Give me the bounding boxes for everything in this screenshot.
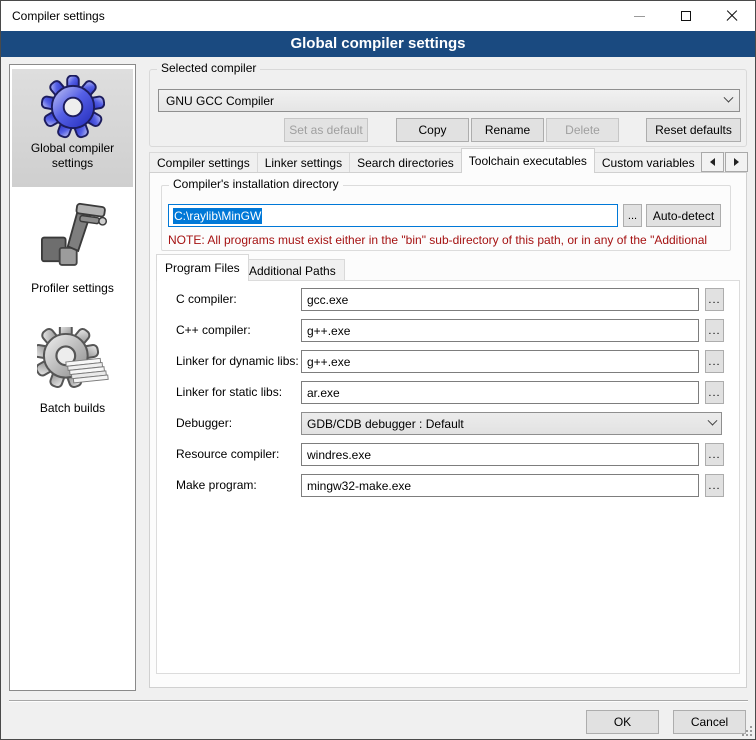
- footer-separator: [9, 700, 748, 702]
- field-label: C++ compiler:: [176, 323, 251, 337]
- form-row: C++ compiler: g++.exe ...: [157, 319, 739, 342]
- ok-button[interactable]: OK: [586, 710, 659, 734]
- title-bar[interactable]: Compiler settings: [1, 1, 755, 31]
- tab-scroll-left-button[interactable]: [701, 152, 724, 172]
- form-row: Linker for static libs: ar.exe ...: [157, 381, 739, 404]
- gray-gear-papers-icon: [37, 327, 109, 399]
- sidebar-item-label: Batch builds: [12, 401, 133, 420]
- settings-category-list: Global compiler settings Profiler settin…: [9, 64, 136, 691]
- dynamic-linker-input[interactable]: g++.exe: [301, 350, 699, 373]
- note-text: NOTE: All programs must exist either in …: [168, 233, 730, 247]
- browse-button[interactable]: ...: [705, 443, 724, 466]
- caliper-icon: [36, 199, 110, 279]
- tab-custom-variables[interactable]: Custom variables: [594, 152, 703, 173]
- field-label: Debugger:: [176, 416, 232, 430]
- tab-toolchain-executables[interactable]: Toolchain executables: [461, 148, 595, 173]
- delete-button[interactable]: Delete: [546, 118, 619, 142]
- chevron-down-icon: [708, 416, 718, 426]
- close-button[interactable]: [709, 2, 754, 30]
- tab-compiler-settings[interactable]: Compiler settings: [149, 152, 258, 173]
- form-row: Linker for dynamic libs: g++.exe ...: [157, 350, 739, 373]
- maximize-button[interactable]: [663, 2, 708, 30]
- form-row: Resource compiler: windres.exe ...: [157, 443, 739, 466]
- field-label: Resource compiler:: [176, 447, 279, 461]
- copy-button[interactable]: Copy: [396, 118, 469, 142]
- arrow-left-icon: [710, 158, 715, 166]
- rename-button[interactable]: Rename: [471, 118, 544, 142]
- chevron-down-icon: [724, 93, 734, 103]
- tab-linker-settings[interactable]: Linker settings: [257, 152, 350, 173]
- minimize-button[interactable]: [617, 2, 662, 30]
- window-title: Compiler settings: [12, 9, 105, 23]
- close-icon: [726, 10, 738, 22]
- directory-browse-button[interactable]: ...: [623, 204, 642, 227]
- installation-directory-input[interactable]: C:\raylib\MinGW: [168, 204, 618, 227]
- subtab-additional-paths[interactable]: Additional Paths: [240, 259, 345, 281]
- sidebar-item-label: Profiler settings: [12, 281, 133, 300]
- selected-text: C:\raylib\MinGW: [173, 208, 262, 224]
- form-row: Make program: mingw32-make.exe ...: [157, 474, 739, 497]
- debugger-select[interactable]: GDB/CDB debugger : Default: [301, 412, 722, 435]
- browse-button[interactable]: ...: [705, 381, 724, 404]
- cancel-button[interactable]: Cancel: [673, 710, 746, 734]
- sidebar-item-batch-builds[interactable]: Batch builds: [12, 321, 133, 421]
- group-label: Compiler's installation directory: [169, 177, 343, 191]
- resize-grip-icon[interactable]: [742, 726, 752, 736]
- resource-compiler-input[interactable]: windres.exe: [301, 443, 699, 466]
- field-label: Linker for dynamic libs:: [176, 354, 299, 368]
- blue-gear-icon: [41, 75, 105, 139]
- sidebar-item-global-compiler-settings[interactable]: Global compiler settings: [12, 69, 133, 187]
- form-row: Debugger: GDB/CDB debugger : Default: [157, 412, 739, 435]
- tab-search-directories[interactable]: Search directories: [349, 152, 462, 173]
- field-label: Linker for static libs:: [176, 385, 282, 399]
- compiler-select-value: GNU GCC Compiler: [166, 94, 274, 108]
- settings-tabs: Compiler settings Linker settings Search…: [149, 148, 749, 173]
- static-linker-input[interactable]: ar.exe: [301, 381, 699, 404]
- set-as-default-button[interactable]: Set as default: [284, 118, 368, 142]
- compiler-settings-dialog: Compiler settings Global compiler settin…: [0, 0, 756, 740]
- field-label: C compiler:: [176, 292, 237, 306]
- auto-detect-button[interactable]: Auto-detect: [646, 204, 721, 227]
- minimize-icon: [634, 16, 645, 17]
- make-program-input[interactable]: mingw32-make.exe: [301, 474, 699, 497]
- page-title: Global compiler settings: [1, 31, 755, 57]
- group-label: Selected compiler: [157, 61, 260, 75]
- browse-button[interactable]: ...: [705, 319, 724, 342]
- maximize-icon: [681, 11, 691, 21]
- sidebar-item-profiler-settings[interactable]: Profiler settings: [12, 193, 133, 297]
- browse-button[interactable]: ...: [705, 288, 724, 311]
- c-compiler-input[interactable]: gcc.exe: [301, 288, 699, 311]
- reset-defaults-button[interactable]: Reset defaults: [646, 118, 741, 142]
- sidebar-item-label: Global compiler settings: [12, 141, 133, 175]
- form-row: C compiler: gcc.exe ...: [157, 288, 739, 311]
- subtab-program-files[interactable]: Program Files: [156, 254, 249, 281]
- arrow-right-icon: [734, 158, 739, 166]
- browse-button[interactable]: ...: [705, 474, 724, 497]
- cpp-compiler-input[interactable]: g++.exe: [301, 319, 699, 342]
- field-label: Make program:: [176, 478, 257, 492]
- compiler-select[interactable]: GNU GCC Compiler: [158, 89, 740, 112]
- program-files-panel: C compiler: gcc.exe ... C++ compiler: g+…: [156, 280, 740, 674]
- browse-button[interactable]: ...: [705, 350, 724, 373]
- toolchain-executables-page: Compiler's installation directory C:\ray…: [149, 172, 747, 688]
- tab-scroll-right-button[interactable]: [725, 152, 748, 172]
